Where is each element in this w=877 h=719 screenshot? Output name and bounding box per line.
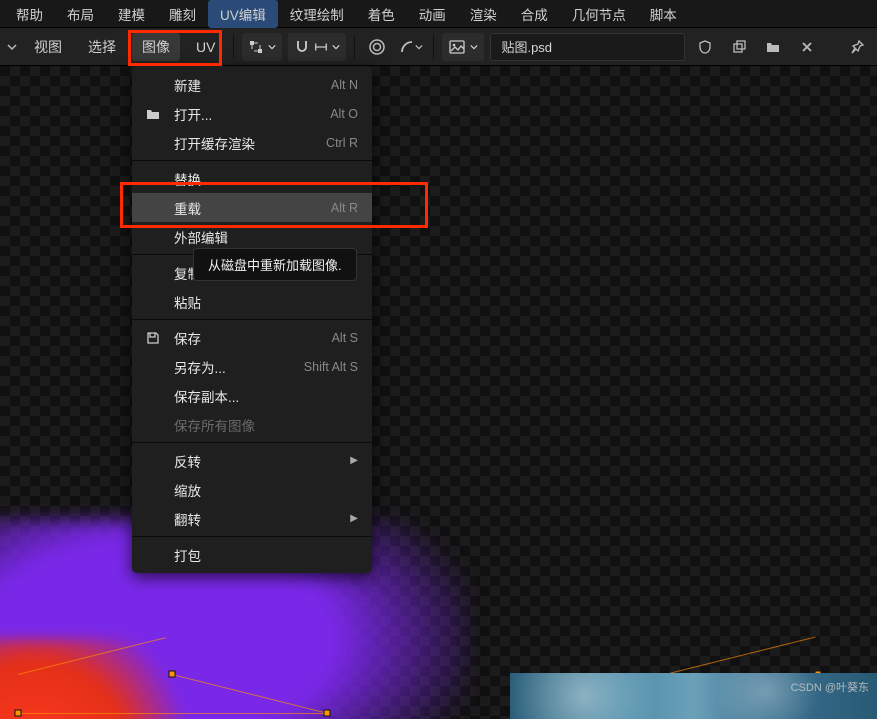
menu-label: 翻转 (174, 509, 201, 529)
menu-item-flip[interactable]: 翻转 ▶ (132, 504, 372, 533)
folder-icon (144, 105, 162, 123)
menu-shortcut: Alt R (331, 201, 358, 215)
menu-label: 打开缓存渲染 (174, 133, 255, 153)
menu-shading[interactable]: 着色 (356, 0, 407, 28)
uv-vertex[interactable] (15, 710, 22, 717)
save-icon (144, 329, 162, 347)
tooltip: 从磁盘中重新加载图像. (193, 248, 357, 281)
tool-select[interactable]: 选择 (78, 33, 126, 61)
menu-scripting[interactable]: 脚本 (638, 0, 689, 28)
image-browse-dropdown[interactable] (442, 33, 484, 61)
menu-item-replace[interactable]: 替换... (132, 164, 372, 193)
pivot-dropdown[interactable] (242, 33, 282, 61)
folder-icon-button[interactable] (759, 33, 787, 61)
image-name-field[interactable]: 贴图.psd (490, 33, 685, 61)
menu-label: 粘贴 (174, 292, 201, 312)
separator (233, 35, 234, 59)
submenu-arrow-icon: ▶ (350, 455, 358, 466)
menu-item-invert[interactable]: 反转 ▶ (132, 446, 372, 475)
arc-dropdown-button[interactable] (397, 33, 425, 61)
pin-icon-button[interactable] (843, 33, 871, 61)
menu-item-save-as[interactable]: 另存为... Shift Alt S (132, 352, 372, 381)
copies-icon-button[interactable] (725, 33, 753, 61)
menu-separator (132, 442, 372, 443)
menu-shortcut: Alt S (332, 331, 358, 345)
menu-item-external-edit[interactable]: 外部编辑 (132, 222, 372, 251)
menu-shortcut: Alt N (331, 78, 358, 92)
tool-image[interactable]: 图像 (132, 33, 180, 61)
menu-item-save-all: 保存所有图像 (132, 410, 372, 439)
menu-label: 另存为... (174, 357, 226, 377)
menu-item-save-copy[interactable]: 保存副本... (132, 381, 372, 410)
menu-item-reload[interactable]: 重载 Alt R (132, 193, 372, 222)
menu-label: 替换... (174, 169, 212, 189)
shield-icon-button[interactable] (691, 33, 719, 61)
menu-label: 反转 (174, 451, 201, 471)
menu-item-open-cached[interactable]: 打开缓存渲染 Ctrl R (132, 128, 372, 157)
menu-label: 外部编辑 (174, 227, 228, 247)
menu-item-new[interactable]: 新建 Alt N (132, 70, 372, 99)
circle-icon-button[interactable] (363, 33, 391, 61)
uv-vertex[interactable] (169, 671, 176, 678)
menu-shortcut: Ctrl R (326, 136, 358, 150)
watermark-text: CSDN @叶葵东 (791, 679, 869, 695)
separator (354, 35, 355, 59)
menu-layout[interactable]: 布局 (55, 0, 106, 28)
menu-separator (132, 160, 372, 161)
uv-edge (665, 637, 816, 675)
tool-uv[interactable]: UV (186, 35, 225, 59)
menu-item-open[interactable]: 打开... Alt O (132, 99, 372, 128)
menu-label: 打开... (174, 104, 212, 124)
menu-item-save[interactable]: 保存 Alt S (132, 323, 372, 352)
tool-view[interactable]: 视图 (24, 33, 72, 61)
menu-label: 保存所有图像 (174, 415, 255, 435)
menu-item-paste[interactable]: 粘贴 (132, 287, 372, 316)
menu-separator (132, 536, 372, 537)
menu-label: 重载 (174, 198, 201, 218)
menu-item-pack[interactable]: 打包 (132, 540, 372, 569)
menu-label: 保存副本... (174, 386, 239, 406)
menu-modeling[interactable]: 建模 (106, 0, 157, 28)
menu-label: 保存 (174, 328, 201, 348)
menu-shortcut: Alt O (330, 107, 358, 121)
separator (433, 35, 434, 59)
uv-vertex[interactable] (324, 710, 331, 717)
close-icon-button[interactable] (793, 33, 821, 61)
menu-label: 新建 (174, 75, 201, 95)
image-menu-dropdown: 新建 Alt N 打开... Alt O 打开缓存渲染 Ctrl R 替换...… (132, 66, 372, 573)
menu-label: 缩放 (174, 480, 201, 500)
menu-item-resize[interactable]: 缩放 (132, 475, 372, 504)
menu-animation[interactable]: 动画 (407, 0, 458, 28)
editor-toolbar: 视图 选择 图像 UV 贴图.psd (0, 28, 877, 66)
menu-separator (132, 319, 372, 320)
chevron-down-icon[interactable] (6, 42, 18, 52)
menu-texture-paint[interactable]: 纹理绘制 (278, 0, 356, 28)
menu-compositing[interactable]: 合成 (509, 0, 560, 28)
menu-sculpt[interactable]: 雕刻 (157, 0, 208, 28)
menu-geonodes[interactable]: 几何节点 (560, 0, 638, 28)
menu-uv-editing[interactable]: UV编辑 (208, 0, 278, 28)
snap-dropdown[interactable] (288, 33, 346, 61)
menu-shortcut: Shift Alt S (304, 360, 358, 374)
submenu-arrow-icon: ▶ (350, 513, 358, 524)
uv-edge (18, 713, 328, 714)
main-menubar: 帮助 布局 建模 雕刻 UV编辑 纹理绘制 着色 动画 渲染 合成 几何节点 脚… (0, 0, 877, 28)
menu-help[interactable]: 帮助 (4, 0, 55, 28)
menu-label: 打包 (174, 545, 201, 565)
menu-rendering[interactable]: 渲染 (458, 0, 509, 28)
